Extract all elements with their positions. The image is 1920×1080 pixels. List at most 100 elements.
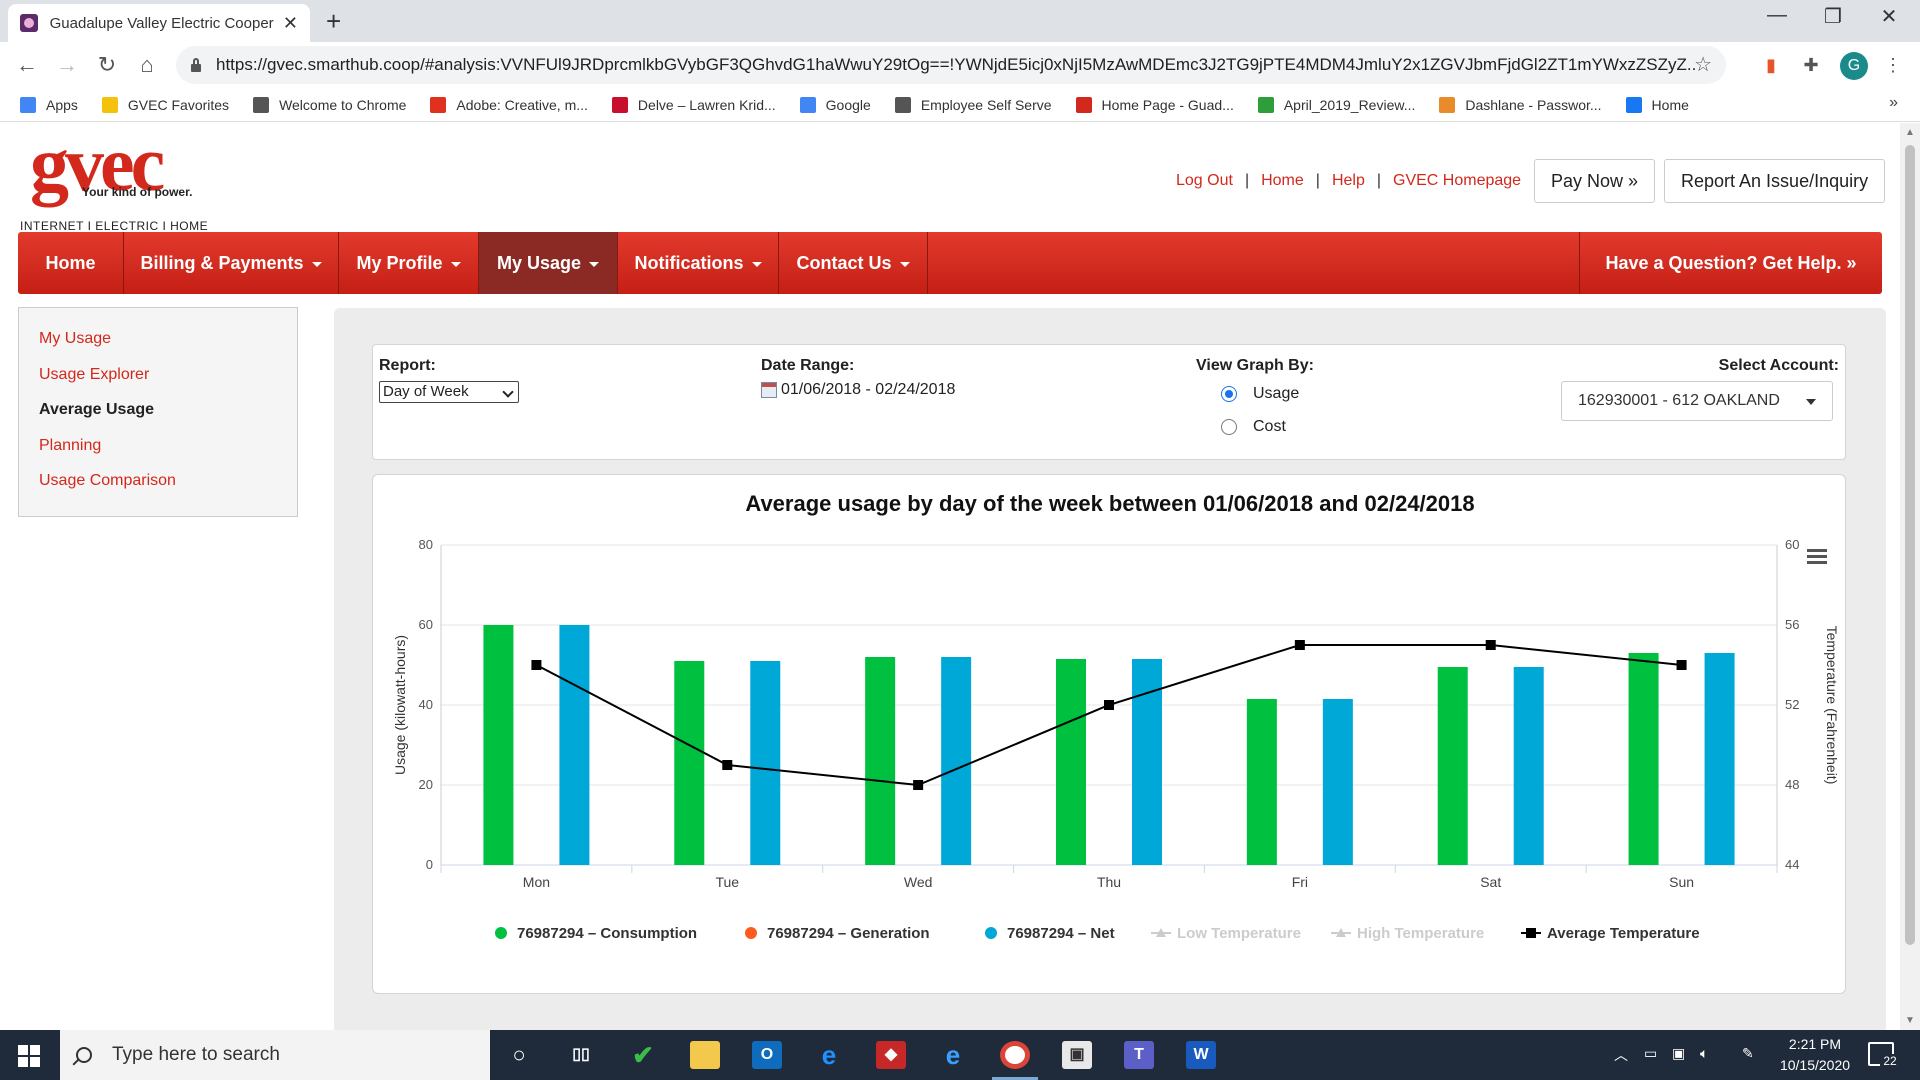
chrome-icon[interactable] [1000,1041,1030,1069]
taskbar-clock[interactable]: 2:21 PM 10/15/2020 [1770,1034,1860,1076]
bar-sun-series-0 [1628,653,1659,865]
browser-tab[interactable]: Guadalupe Valley Electric Cooper ✕ [8,4,310,42]
bar-mon-series-2 [559,625,590,865]
bar-tue-series-0 [674,661,705,865]
bookmark-item[interactable]: Adobe: Creative, m... [430,96,588,113]
nav-billing-payments[interactable]: Billing & Payments [124,232,339,294]
nav-my-profile[interactable]: My Profile [339,232,479,294]
pay-now-button[interactable]: Pay Now » [1534,159,1656,203]
legend-label[interactable]: 76987294 – Net [1007,925,1115,942]
menu-kebab-icon[interactable]: ⋮ [1880,52,1906,78]
cortana-icon[interactable]: ○ [504,1041,534,1069]
view-cost-option[interactable]: Cost [1221,418,1286,436]
link-separator: | [1244,172,1250,189]
date-range-picker[interactable]: 01/06/2018 - 02/24/2018 [761,381,955,399]
nav-home[interactable]: Home [18,232,124,294]
minimize-icon[interactable]: — [1754,4,1800,27]
link-separator: | [1315,172,1320,189]
legend-label[interactable]: 76987294 – Consumption [517,925,697,942]
reload-icon[interactable]: ↻ [92,50,122,80]
view-usage-option[interactable]: Usage [1221,385,1299,403]
more-bookmarks-icon[interactable]: » [1889,94,1898,112]
legend-label[interactable]: Low Temperature [1177,925,1301,942]
tray-chevron-icon[interactable]: ︿ [1614,1045,1628,1065]
forward-icon[interactable]: → [52,50,82,80]
bookmark-label: Home Page - Guad... [1101,96,1234,113]
pen-icon[interactable]: ✎ [1742,1045,1754,1062]
radio-usage[interactable] [1221,386,1237,402]
avg-temperature-point-fri [1294,640,1305,650]
scrollbar-thumb[interactable] [1905,145,1915,945]
bar-mon-series-0 [483,625,514,865]
bookmark-item[interactable]: Home Page - Guad... [1075,96,1234,113]
windows-start-icon[interactable] [18,1045,40,1067]
sidebar-item-usage-comparison[interactable]: Usage Comparison [39,472,176,490]
radio-cost[interactable] [1221,419,1237,435]
taskbar-search[interactable]: Type here to search [60,1030,490,1080]
y-tick-label: 80 [419,537,433,552]
help-link[interactable]: Help [1332,172,1365,190]
legend-label[interactable]: 76987294 – Generation [767,925,930,942]
account-select[interactable]: 162930001 - 612 OAKLAND [1561,381,1833,421]
page-scrollbar[interactable]: ▲ ▼ [1900,123,1920,1030]
home-icon[interactable]: ⌂ [132,50,162,80]
nav-get-help[interactable]: Have a Question? Get Help. » [1579,232,1882,294]
extensions-puzzle-icon[interactable]: ✚ [1798,52,1824,78]
close-tab-icon[interactable]: ✕ [283,13,298,34]
bookmark-star-icon[interactable]: ☆ [1694,52,1712,77]
nav-my-usage[interactable]: My Usage [479,232,618,294]
bookmark-item[interactable]: Home [1625,96,1689,113]
sidebar-item-usage-explorer[interactable]: Usage Explorer [39,366,149,384]
legend-label[interactable]: Average Temperature [1547,925,1700,942]
bookmark-item[interactable]: Google [799,96,871,113]
scroll-down-icon[interactable]: ▼ [1905,1015,1915,1026]
legend-label[interactable]: High Temperature [1357,925,1484,942]
sidebar-item-planning[interactable]: Planning [39,437,101,455]
home-link[interactable]: Home [1261,172,1304,190]
extension-icon[interactable]: ▮ [1758,52,1784,78]
usage-chart: 0 20 40 60 80 44 48 52 56 60 Usage (kilowatt-hours… [392,537,1840,942]
bookmark-label: Delve – Lawren Krid... [637,96,776,113]
task-view-icon[interactable]: ▯▯ [566,1041,596,1069]
report-select[interactable]: Day of Week [379,381,519,403]
bookmark-item[interactable]: Dashlane - Passwor... [1439,96,1602,113]
scroll-up-icon[interactable]: ▲ [1905,127,1915,138]
internet-explorer-icon[interactable]: e [938,1041,968,1069]
restore-icon[interactable]: ❐ [1810,4,1856,29]
close-window-icon[interactable]: ✕ [1866,4,1912,29]
calendar-icon[interactable] [761,382,777,398]
volume-icon[interactable]: 🔈︎ [1700,1045,1708,1062]
bookmark-item[interactable]: April_2019_Review... [1257,96,1415,113]
profile-avatar[interactable]: G [1840,52,1868,80]
edge-icon[interactable]: e [814,1041,844,1069]
logout-link[interactable]: Log Out [1176,172,1233,190]
new-tab-icon[interactable]: + [326,6,341,37]
web-page: gvec Your kind of power. INTERNET I ELEC… [0,123,1900,1030]
gvec-logo[interactable]: gvec Your kind of power. [30,125,192,203]
bookmark-item[interactable]: Delve – Lawren Krid... [611,96,776,113]
sidebar-item-average-usage[interactable]: Average Usage [39,401,154,419]
network-icon[interactable]: ▣ [1672,1045,1685,1062]
bookmark-item[interactable]: GVEC Favorites [101,96,229,113]
report-issue-button[interactable]: Report An Issue/Inquiry [1664,159,1886,203]
address-bar[interactable]: https://gvec.smarthub.coop/#analysis:VVN… [176,46,1726,84]
checkmark-app-icon[interactable]: ✔ [628,1041,658,1069]
back-icon[interactable]: ← [12,50,42,80]
word-icon[interactable]: W [1186,1041,1216,1069]
battery-icon[interactable]: ▭ [1644,1045,1657,1062]
nav-contact-us[interactable]: Contact Us [779,232,928,294]
nav-label: Contact Us [796,253,892,273]
outlook-icon[interactable]: O [752,1041,782,1069]
y-axis-title: Usage (kilowatt-hours) [392,635,408,775]
sidebar-item-my-usage[interactable]: My Usage [39,330,111,348]
bookmark-item[interactable]: Employee Self Serve [894,96,1052,113]
bookmark-item[interactable]: Welcome to Chrome [253,96,406,113]
bookmark-item[interactable]: Apps [20,96,78,113]
teams-icon[interactable]: T [1124,1041,1154,1069]
shield-app-icon[interactable]: ◆ [876,1041,906,1069]
nav-notifications[interactable]: Notifications [618,232,779,294]
file-explorer-icon[interactable] [690,1041,720,1069]
x-tick-label: Sat [1480,874,1501,890]
store-icon[interactable]: ▣ [1062,1041,1092,1069]
gvec-homepage-link[interactable]: GVEC Homepage [1393,172,1521,190]
